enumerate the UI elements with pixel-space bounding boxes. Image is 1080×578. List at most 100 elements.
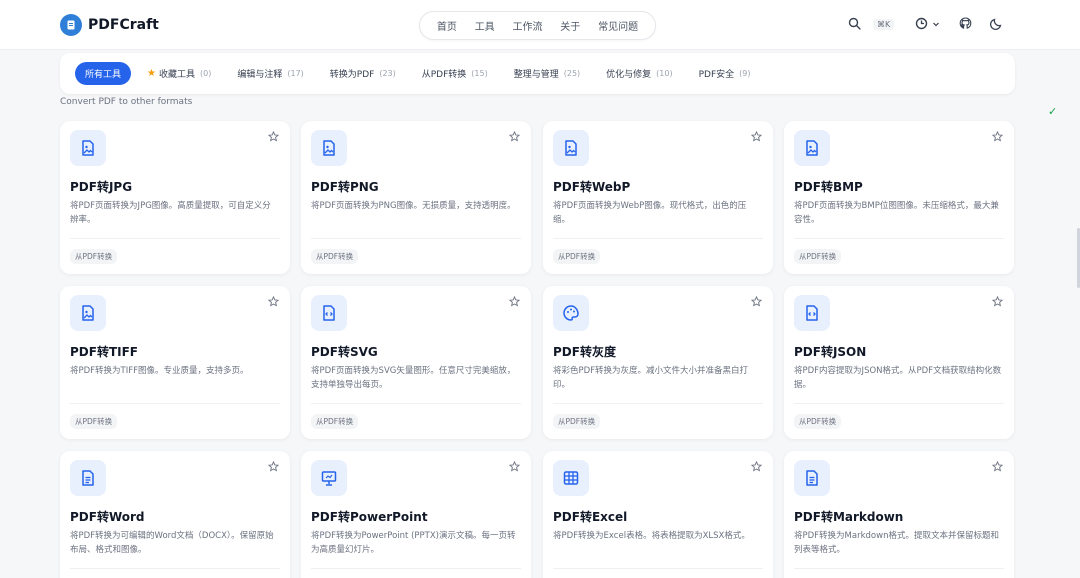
tool-card[interactable]: PDF转Excel 将PDF转换为Excel表格。将表格提取为XLSX格式。 从… [543, 451, 773, 578]
top-header: PDFCraft 首页 工具 工作流 关于 常见问题 ⌘K [0, 0, 1080, 50]
filter-convert-from-pdf[interactable]: 从PDF转换 (15) [422, 67, 488, 80]
nav-item-home[interactable]: 首页 [437, 18, 457, 33]
tool-card[interactable]: PDF转PowerPoint 将PDF转换为PowerPoint (PPTX)演… [301, 451, 531, 578]
star-filled-icon: ★ [147, 68, 156, 79]
image-file-icon [311, 130, 347, 166]
tool-card[interactable]: PDF转PNG 将PDF页面转换为PNG图像。无损质量，支持透明度。 从PDF转… [301, 121, 531, 274]
tool-title: PDF转PowerPoint [311, 510, 428, 524]
favorite-star-icon[interactable] [749, 294, 763, 308]
tool-description: 将PDF页面转换为BMP位图图像。未压缩格式，最大兼容性。 [794, 201, 999, 225]
favorite-star-icon[interactable] [266, 294, 280, 308]
code-file-icon [311, 295, 347, 331]
filter-convert-to-pdf[interactable]: 转换为PDF (23) [330, 67, 396, 80]
tool-description: 将彩色PDF转换为灰度。减小文件大小并准备黑白打印。 [553, 366, 749, 390]
favorite-star-icon[interactable] [990, 459, 1004, 473]
document-icon [70, 460, 106, 496]
tool-card[interactable]: PDF转灰度 将彩色PDF转换为灰度。减小文件大小并准备黑白打印。 从PDF转换 [543, 286, 773, 439]
tool-card[interactable]: PDF转SVG 将PDF页面转换为SVG矢量图形。任意尺寸完美缩放，支持单独导出… [301, 286, 531, 439]
tool-description: 将PDF页面转换为PNG图像。无损质量，支持透明度。 [311, 201, 516, 211]
favorite-star-icon[interactable] [990, 294, 1004, 308]
favorite-star-icon[interactable] [266, 129, 280, 143]
category-tag: 从PDF转换 [311, 249, 359, 264]
filter-organize-manage[interactable]: 整理与管理 (25) [514, 67, 580, 80]
tool-title: PDF转JSON [794, 345, 867, 359]
code-file-icon [794, 295, 830, 331]
vue-devtools-icon[interactable]: ✓ [1048, 105, 1057, 118]
history-button[interactable] [915, 17, 940, 30]
tool-title: PDF转PNG [311, 180, 379, 194]
card-divider [553, 238, 763, 239]
category-tag: 从PDF转换 [794, 249, 842, 264]
section-subtitle: Convert PDF to other formats [60, 97, 193, 107]
filter-optimize-repair[interactable]: 优化与修复 (10) [606, 67, 672, 80]
tool-description: 将PDF内容提取为JSON格式。从PDF文档获取结构化数据。 [794, 366, 1002, 390]
nav-item-faq[interactable]: 常见问题 [598, 18, 638, 33]
tool-card[interactable]: PDF转WebP 将PDF页面转换为WebP图像。现代格式，出色的压缩。 从PD… [543, 121, 773, 274]
image-file-icon [794, 130, 830, 166]
search-icon[interactable] [848, 17, 861, 30]
card-divider [70, 568, 280, 569]
tool-title: PDF转Excel [553, 510, 628, 524]
tool-title: PDF转Word [70, 510, 145, 524]
tool-card[interactable]: PDF转TIFF 将PDF转换为TIFF图像。专业质量，支持多页。 从PDF转换 [60, 286, 290, 439]
palette-icon [553, 295, 589, 331]
tool-description: 将PDF页面转换为JPG图像。高质量提取，可自定义分辨率。 [70, 201, 271, 225]
app-name: PDFCraft [88, 17, 159, 33]
tool-card[interactable]: PDF转Word 将PDF转换为可编辑的Word文档（DOCX）。保留原始布局、… [60, 451, 290, 578]
tool-card[interactable]: PDF转JSON 将PDF内容提取为JSON格式。从PDF文档获取结构化数据。 … [784, 286, 1014, 439]
card-divider [311, 568, 521, 569]
nav-item-workflow[interactable]: 工作流 [512, 18, 542, 33]
card-divider [70, 403, 280, 404]
category-tag: 从PDF转换 [553, 414, 601, 429]
favorite-star-icon[interactable] [749, 129, 763, 143]
main-nav: 首页 工具 工作流 关于 常见问题 [419, 11, 656, 40]
tool-card[interactable]: PDF转BMP 将PDF页面转换为BMP位图图像。未压缩格式，最大兼容性。 从P… [784, 121, 1014, 274]
tool-description: 将PDF转换为Markdown格式。提取文本并保留标题和列表等格式。 [794, 531, 999, 555]
category-tag: 从PDF转换 [70, 249, 118, 264]
search-shortcut: ⌘K [873, 19, 895, 30]
card-divider [794, 403, 1004, 404]
tool-title: PDF转BMP [794, 180, 863, 194]
filter-pdf-security[interactable]: PDF安全 (9) [699, 67, 751, 80]
favorite-star-icon[interactable] [507, 459, 521, 473]
table-icon [553, 460, 589, 496]
image-file-icon [70, 295, 106, 331]
logo[interactable]: PDFCraft [60, 14, 159, 36]
presentation-icon [311, 460, 347, 496]
favorite-star-icon[interactable] [507, 129, 521, 143]
tool-title: PDF转Markdown [794, 510, 904, 524]
card-divider [311, 403, 521, 404]
tool-card[interactable]: PDF转Markdown 将PDF转换为Markdown格式。提取文本并保留标题… [784, 451, 1014, 578]
tool-description: 将PDF转换为TIFF图像。专业质量，支持多页。 [70, 366, 249, 376]
card-divider [553, 568, 763, 569]
nav-item-about[interactable]: 关于 [560, 18, 580, 33]
logo-icon [60, 14, 82, 36]
tool-description: 将PDF转换为PowerPoint (PPTX)演示文稿。每一页转为高质量幻灯片… [311, 531, 516, 555]
category-tag: 从PDF转换 [70, 414, 118, 429]
filter-favorites[interactable]: ★ 收藏工具 (0) [147, 67, 211, 80]
card-divider [311, 238, 521, 239]
category-filter-bar: 所有工具 ★ 收藏工具 (0) 编辑与注释 (17) 转换为PDF (23) 从… [60, 53, 1015, 94]
filter-all-tools[interactable]: 所有工具 [75, 62, 132, 85]
tool-title: PDF转SVG [311, 345, 378, 359]
image-file-icon [553, 130, 589, 166]
category-tag: 从PDF转换 [553, 249, 601, 264]
dark-mode-toggle[interactable] [990, 17, 1003, 30]
card-divider [553, 403, 763, 404]
github-icon[interactable] [959, 17, 972, 30]
favorite-star-icon[interactable] [266, 459, 280, 473]
nav-item-tools[interactable]: 工具 [475, 18, 495, 33]
tool-title: PDF转WebP [553, 180, 631, 194]
tool-description: 将PDF页面转换为WebP图像。现代格式，出色的压缩。 [553, 201, 747, 225]
card-divider [794, 568, 1004, 569]
document-icon [794, 460, 830, 496]
tool-title: PDF转灰度 [553, 345, 616, 359]
card-divider [794, 238, 1004, 239]
filter-edit-annotate[interactable]: 编辑与注释 (17) [237, 67, 303, 80]
favorite-star-icon[interactable] [990, 129, 1004, 143]
favorite-star-icon[interactable] [507, 294, 521, 308]
tool-card[interactable]: PDF转JPG 将PDF页面转换为JPG图像。高质量提取，可自定义分辨率。 从P… [60, 121, 290, 274]
moon-icon [990, 18, 1002, 30]
favorite-star-icon[interactable] [749, 459, 763, 473]
tool-description: 将PDF转换为可编辑的Word文档（DOCX）。保留原始布局、格式和图像。 [70, 531, 274, 555]
